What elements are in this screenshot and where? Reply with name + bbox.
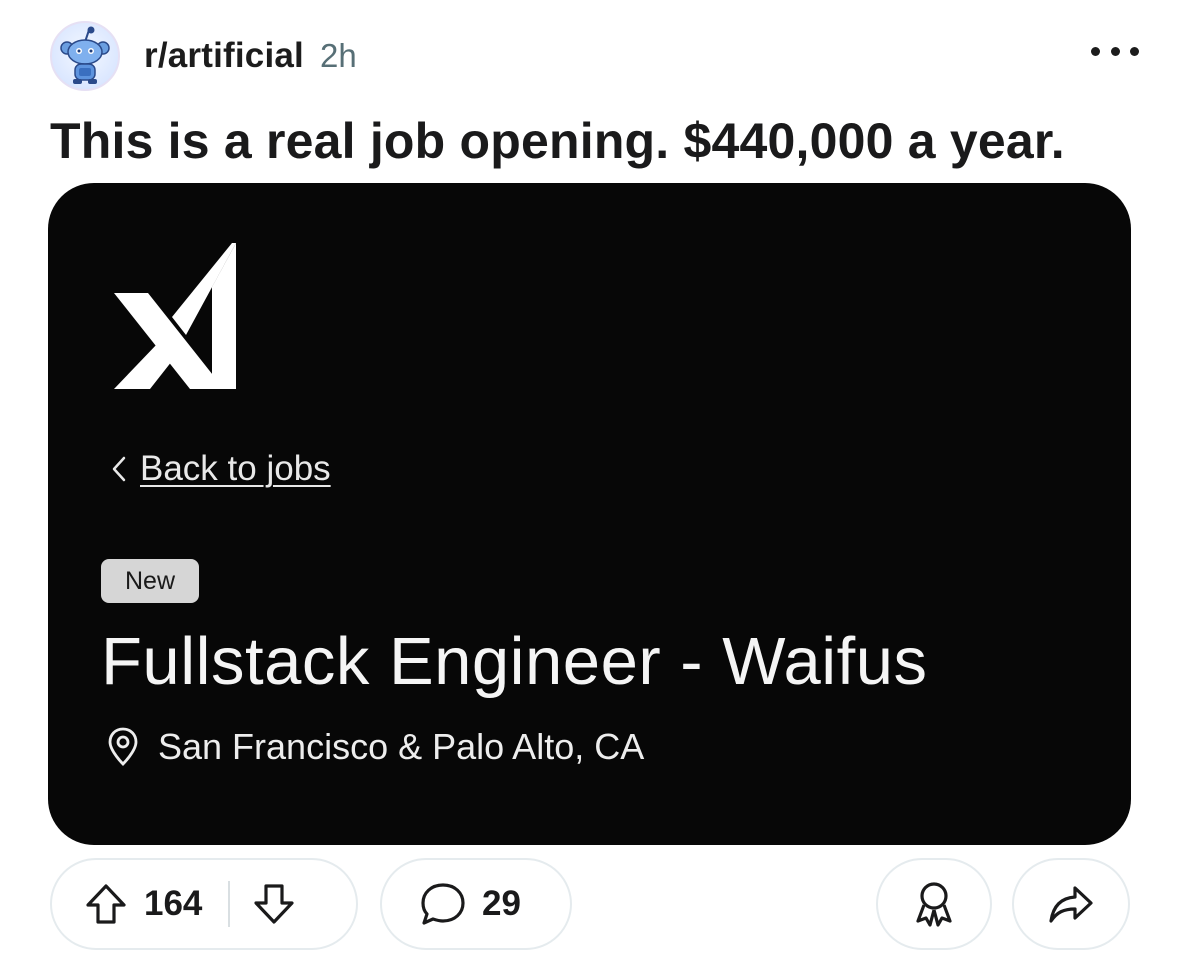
back-to-jobs-link[interactable]: Back to jobs [108,449,331,489]
subreddit-avatar-icon[interactable] [50,21,120,91]
more-options-icon[interactable] [1091,36,1139,66]
post-image[interactable]: Back to jobs New Fullstack Engineer - Wa… [48,183,1131,845]
upvote-arrow-icon[interactable] [82,880,130,928]
back-to-jobs-label: Back to jobs [140,449,331,488]
award-icon [916,882,952,927]
post-meta: r/artificial 2h [144,36,357,76]
more-dot [1110,46,1120,56]
post-actions: 164 29 [50,858,1131,950]
post-header: r/artificial 2h [50,18,1139,94]
location-pin-icon [108,727,138,766]
xai-logo [114,243,236,389]
new-badge: New [101,559,199,603]
award-button[interactable] [876,858,992,950]
share-button[interactable] [1012,858,1130,950]
share-arrow-icon [1049,886,1093,923]
job-title: Fullstack Engineer - Waifus [101,624,928,699]
vote-divider [228,881,231,927]
more-dot [1130,46,1139,56]
comment-count: 29 [482,884,521,923]
job-location-text: San Francisco & Palo Alto, CA [158,726,645,767]
more-dot [1091,46,1100,56]
post-age: 2h [319,37,357,74]
job-location: San Francisco & Palo Alto, CA [106,726,644,768]
post-title[interactable]: This is a real job opening. $440,000 a y… [50,112,1065,170]
chevron-left-icon [112,456,126,482]
subreddit-name[interactable]: r/artificial [144,36,304,76]
comment-bubble-icon [421,883,465,925]
comments-button[interactable]: 29 [380,858,572,950]
vote-control: 164 [50,858,358,950]
downvote-arrow-icon[interactable] [250,880,298,928]
reddit-post: r/artificial 2h This is a real job openi… [0,0,1179,965]
upvote-count: 164 [144,884,203,923]
